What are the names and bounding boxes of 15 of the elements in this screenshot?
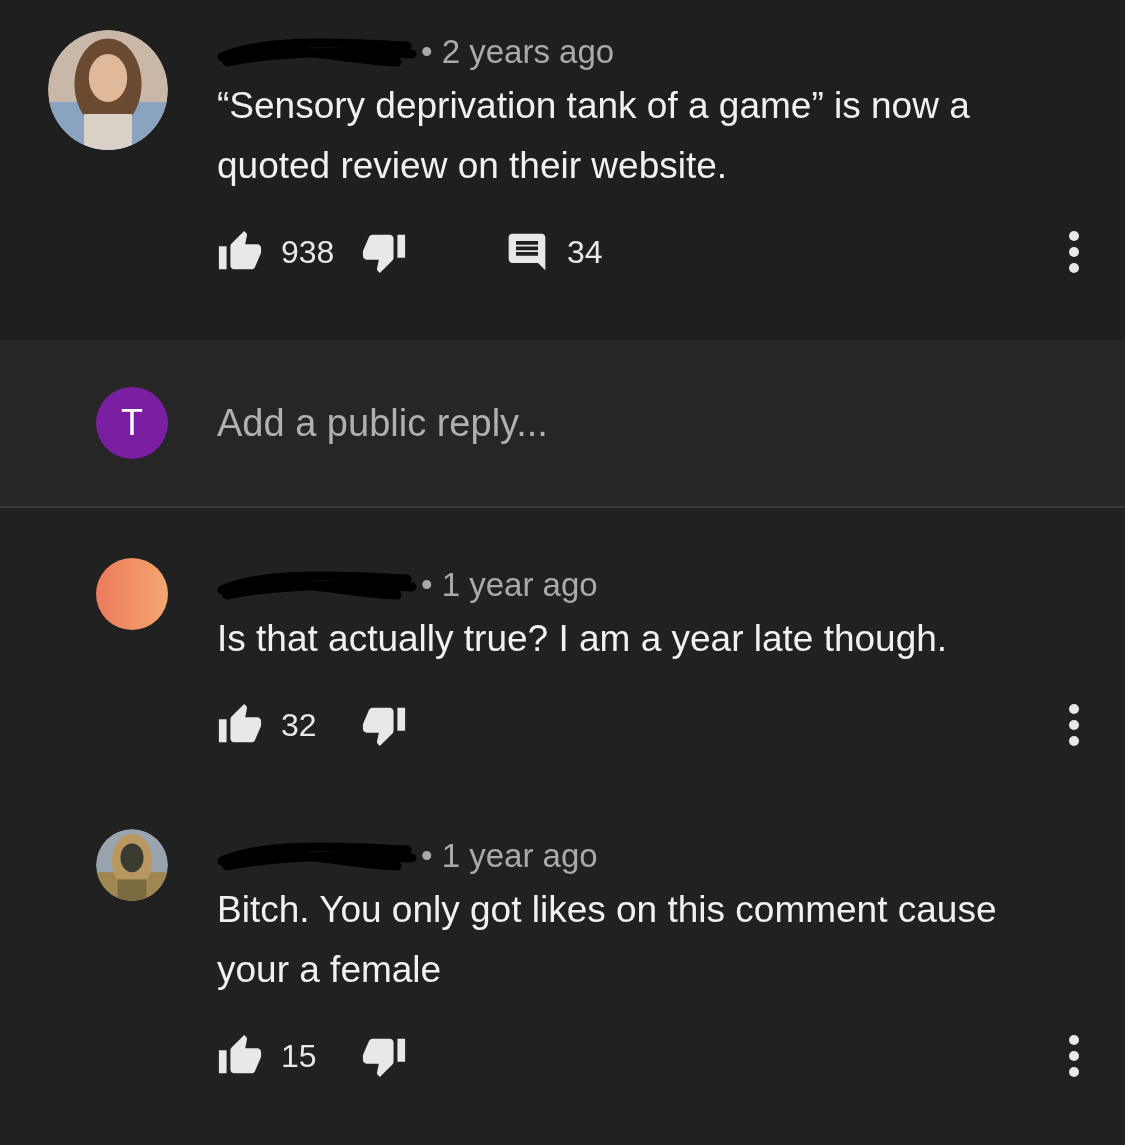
more-options-icon[interactable]	[1068, 703, 1080, 747]
like-count: 938	[281, 233, 336, 272]
more-options-icon[interactable]	[1068, 1034, 1080, 1078]
comment-text: Is that actually true? I am a year late though.	[217, 617, 949, 661]
more-options-icon[interactable]	[1068, 230, 1080, 274]
comment-time: • 1 year ago	[421, 565, 598, 605]
comment-text: Bitch. You only got likes on this comment cause your a female	[217, 888, 998, 992]
user-avatar[interactable]: T	[96, 387, 168, 459]
comment-time: • 1 year ago	[421, 836, 598, 876]
comment-text: “Sensory deprivation tank of a game” is now a quoted review on their website.	[217, 84, 971, 188]
like-count: 15	[281, 1037, 318, 1076]
reply-count: 34	[567, 233, 603, 272]
reply-bar[interactable]: T Add a public reply...	[0, 340, 1125, 508]
comment-time: • 2 years ago	[421, 32, 615, 72]
like-count: 32	[281, 706, 318, 745]
